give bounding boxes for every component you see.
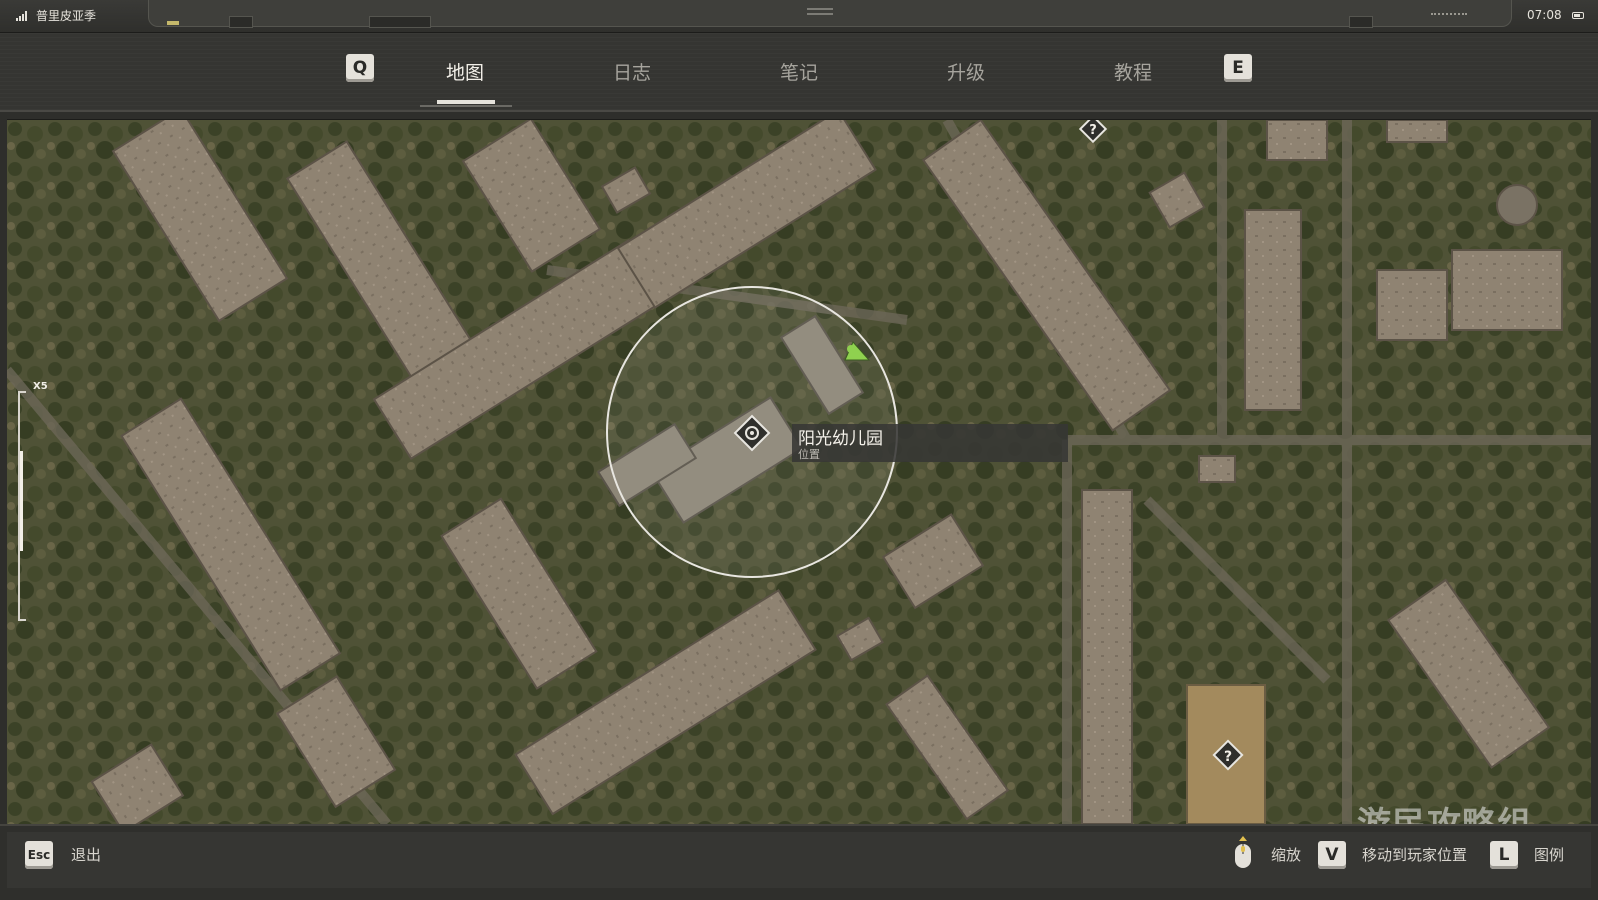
status-bar: 普里皮亚季 07:08 — [0, 0, 1598, 33]
dots-icon — [1431, 13, 1467, 17]
clock: 07:08 — [1527, 8, 1562, 22]
carrier-name: 普里皮亚季 — [36, 9, 97, 23]
svg-text:?: ? — [1224, 749, 1232, 765]
battery-icon — [1572, 12, 1584, 19]
tab-tutorial[interactable]: 教程 — [1088, 58, 1178, 85]
satellite-map[interactable]: ? ? — [7, 120, 1591, 824]
tab-journal[interactable]: 日志 — [587, 58, 677, 85]
tab-rail — [420, 105, 512, 107]
prev-tab-key[interactable]: Q — [346, 54, 374, 82]
legend-label[interactable]: 图例 — [1534, 844, 1564, 865]
pda-top-bezel — [148, 0, 1512, 28]
tab-map[interactable]: 地图 — [420, 58, 510, 85]
tab-upgrade[interactable]: 升级 — [921, 58, 1011, 85]
zoom-label[interactable]: 缩放 — [1271, 844, 1301, 865]
zoom-level-label: X5 — [33, 381, 48, 392]
legend-key[interactable]: L — [1490, 841, 1518, 869]
zoom-slider[interactable] — [18, 391, 28, 621]
mouse-scroll-icon — [1232, 836, 1254, 870]
move-to-player-key[interactable]: V — [1318, 841, 1346, 869]
location-type: 位置 — [798, 448, 820, 461]
tab-bar: Q 地图 日志 笔记 升级 教程 E — [0, 33, 1598, 111]
move-to-player-label[interactable]: 移动到玩家位置 — [1362, 844, 1467, 865]
exit-key[interactable]: Esc — [25, 841, 53, 869]
exit-label[interactable]: 退出 — [71, 844, 101, 865]
divider — [0, 110, 1598, 112]
tab-notes[interactable]: 笔记 — [754, 58, 844, 85]
map-view[interactable]: ? ? X5 — [7, 119, 1591, 824]
svg-text:?: ? — [1089, 123, 1097, 138]
active-tab-indicator — [437, 100, 495, 104]
signal-icon — [16, 11, 30, 21]
zoom-slider-thumb[interactable] — [20, 451, 23, 551]
next-tab-key[interactable]: E — [1224, 54, 1252, 82]
grip-icon — [807, 8, 833, 10]
bottom-bar: Esc 退出 缩放 V 移动到玩家位置 L 图例 — [0, 824, 1598, 900]
indicator-led-icon — [167, 21, 179, 25]
